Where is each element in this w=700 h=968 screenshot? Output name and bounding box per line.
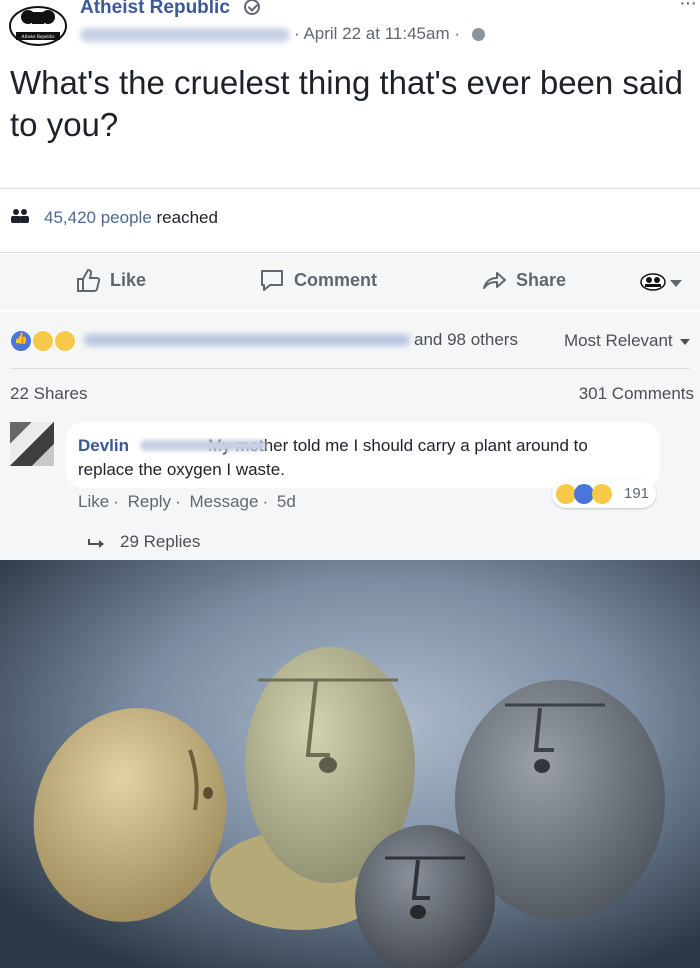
comments-count-link[interactable]: 301 Comments xyxy=(579,384,694,404)
commenter-avatar[interactable] xyxy=(10,422,54,466)
reactions-summary: and 98 others Most Relevant 22 Shares 30… xyxy=(0,312,700,422)
reactors-others-link[interactable]: and 98 others xyxy=(414,330,518,350)
page-logo-avatar[interactable]: Atheist Republic xyxy=(8,2,68,46)
facebook-post: Atheist Republic Atheist Republic ··· · … xyxy=(0,0,700,560)
post-text: What's the cruelest thing that's ever be… xyxy=(10,64,683,143)
redacted-surname xyxy=(140,440,266,451)
chevron-down-icon[interactable] xyxy=(670,280,682,287)
thumbs-up-icon xyxy=(77,268,101,292)
divider xyxy=(0,252,700,253)
like-label: Like xyxy=(110,270,147,290)
divider xyxy=(10,368,690,369)
redacted-author-name xyxy=(80,28,290,42)
view-replies-link[interactable]: 29 Replies xyxy=(120,532,200,552)
svg-text:Atheist Republic: Atheist Republic xyxy=(21,35,56,40)
globe-icon xyxy=(472,28,485,41)
haha-reaction-icon xyxy=(32,330,54,352)
comment-actions: Like · Reply · Message · 5d xyxy=(78,492,296,511)
post-timestamp[interactable]: · April 22 at 11:45am · xyxy=(294,24,460,44)
comment-message-link[interactable]: Message xyxy=(189,492,258,511)
comment-reaction-count: 191 xyxy=(624,485,650,502)
haha-reaction-icon xyxy=(556,484,576,504)
divider xyxy=(0,188,700,189)
like-reaction-icon xyxy=(574,484,594,504)
wow-reaction-icon xyxy=(592,484,612,504)
post-reach: 45,420 people reached xyxy=(44,208,218,228)
reach-count: 45,420 people xyxy=(44,208,152,227)
comment-reactions[interactable]: 191 xyxy=(552,480,656,508)
comment-bubble: My mother told me I should carry a plant… xyxy=(66,422,660,488)
commenter-name-link[interactable]: Devlin xyxy=(78,436,129,456)
share-label: Share xyxy=(516,270,567,290)
like-button[interactable]: Like xyxy=(77,268,147,292)
comment-icon xyxy=(261,270,283,291)
comment-button[interactable]: Comment xyxy=(261,270,378,291)
reply-arrow-icon xyxy=(88,539,104,548)
shares-count-link[interactable]: 22 Shares xyxy=(10,384,88,404)
post-actions-bar: Like Comment Share xyxy=(0,254,700,310)
comment-label: Comment xyxy=(294,270,378,290)
sort-comments-dropdown[interactable]: Most Relevant xyxy=(564,331,673,351)
people-icon xyxy=(11,209,29,223)
more-options-icon[interactable]: ··· xyxy=(679,0,697,15)
share-arrow-icon xyxy=(483,272,506,289)
comment-reply-link[interactable]: Reply xyxy=(128,492,171,511)
share-button[interactable]: Share xyxy=(483,270,567,291)
page-logo-selector-icon[interactable] xyxy=(640,272,666,292)
comment-thread: My mother told me I should carry a plant… xyxy=(0,422,700,560)
verified-icon xyxy=(244,0,260,15)
page-name-link[interactable]: Atheist Republic xyxy=(80,0,230,19)
chevron-down-icon[interactable] xyxy=(680,339,690,345)
sad-reaction-icon xyxy=(54,330,76,352)
stone-heads-photo xyxy=(0,560,700,968)
like-reaction-icon xyxy=(10,330,32,352)
comment-age[interactable]: 5d xyxy=(277,492,296,511)
reach-label: reached xyxy=(156,208,218,227)
redacted-reactor-names xyxy=(84,334,410,346)
comment-like-link[interactable]: Like xyxy=(78,492,109,511)
